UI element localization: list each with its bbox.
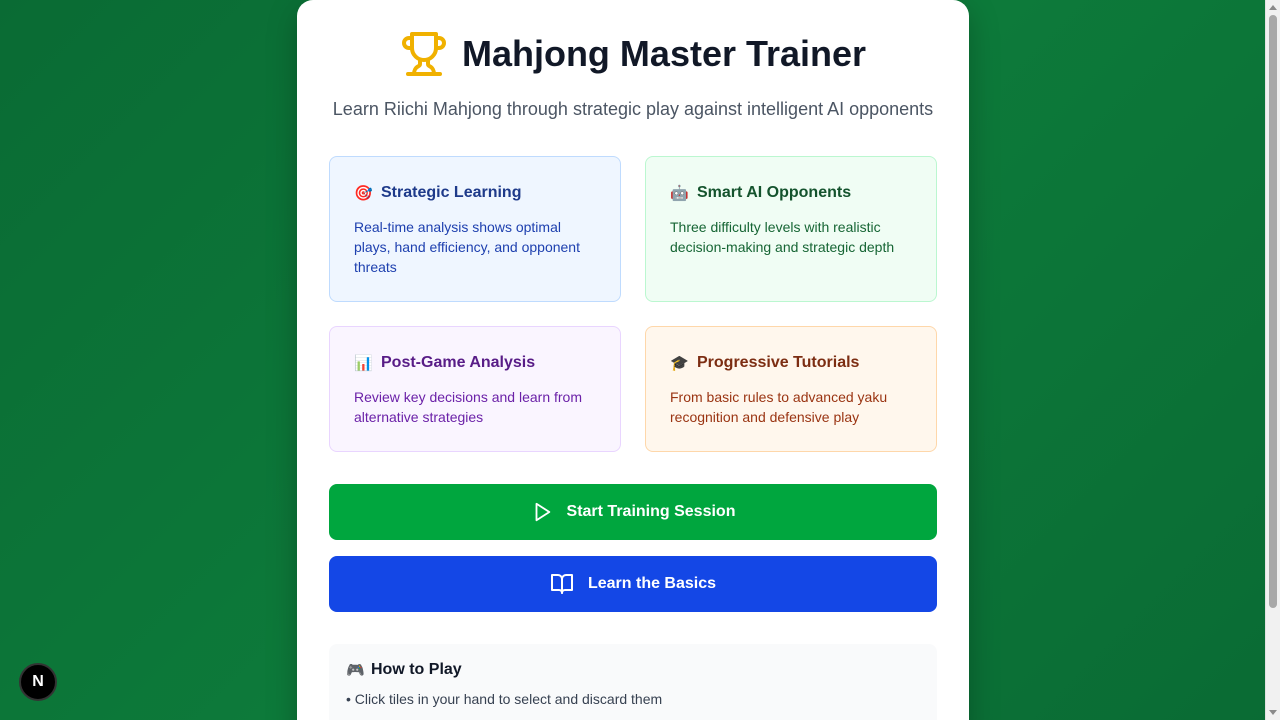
scrollbar-thumb[interactable] xyxy=(1269,15,1277,608)
nextjs-dev-badge[interactable]: N xyxy=(19,663,57,701)
how-to-play-title: How to Play xyxy=(371,661,462,678)
start-training-label: Start Training Session xyxy=(566,503,736,520)
trophy-icon xyxy=(402,32,446,76)
feature-title: Post-Game Analysis xyxy=(381,354,536,371)
how-to-play-item: • Click tiles in your hand to select and… xyxy=(346,691,663,707)
main-card: Mahjong Master Trainer Learn Riichi Mahj… xyxy=(297,0,969,720)
feature-title: Smart AI Opponents xyxy=(697,184,852,201)
page-subtitle: Learn Riichi Mahjong through strategic p… xyxy=(332,99,934,119)
feature-card-progressive-tutorials: 🎓 Progressive Tutorials From basic rules… xyxy=(645,326,937,452)
scroll-up-arrow-icon[interactable] xyxy=(1269,5,1277,10)
feature-description: From basic rules to advanced yaku recogn… xyxy=(670,389,888,425)
how-to-play-section: 🎮 How to Play • Click tiles in your hand… xyxy=(329,644,937,720)
learn-basics-button[interactable]: Learn the Basics xyxy=(329,556,937,612)
learn-basics-label: Learn the Basics xyxy=(587,575,717,592)
play-icon xyxy=(535,502,550,522)
feature-title: Strategic Learning xyxy=(381,184,522,201)
feature-title: Progressive Tutorials xyxy=(697,354,860,371)
graduation-cap-icon: 🎓 xyxy=(670,355,689,372)
page-title: Mahjong Master Trainer xyxy=(461,33,867,74)
scroll-down-arrow-icon[interactable] xyxy=(1269,710,1277,715)
book-open-icon xyxy=(550,574,573,594)
feature-description: Review key decisions and learn from alte… xyxy=(354,389,582,425)
header: Mahjong Master Trainer xyxy=(297,30,969,78)
feature-card-smart-ai-opponents: 🤖 Smart AI Opponents Three difficulty le… xyxy=(645,156,937,302)
robot-icon: 🤖 xyxy=(670,185,689,202)
start-training-button[interactable]: Start Training Session xyxy=(329,484,937,540)
feature-description: Real-time analysis shows optimal plays, … xyxy=(354,219,580,275)
feature-card-post-game-analysis: 📊 Post-Game Analysis Review key decision… xyxy=(329,326,621,452)
badge-label: N xyxy=(32,673,44,690)
feature-description: Three difficulty levels with realistic d… xyxy=(670,219,895,255)
feature-card-strategic-learning: 🎯 Strategic Learning Real-time analysis … xyxy=(329,156,621,302)
bar-chart-icon: 📊 xyxy=(354,355,373,372)
vertical-scrollbar[interactable] xyxy=(1265,0,1280,720)
game-controller-icon: 🎮 xyxy=(346,662,365,679)
target-icon: 🎯 xyxy=(354,185,373,202)
